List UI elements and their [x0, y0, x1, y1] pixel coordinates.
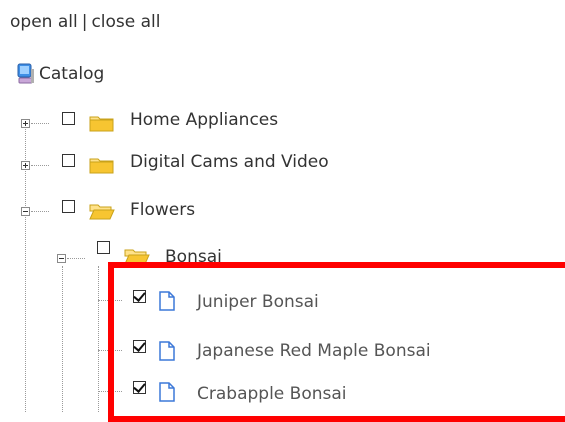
collapse-toggle[interactable] — [57, 254, 66, 263]
expand-toggle[interactable] — [21, 161, 30, 170]
tree-connector — [31, 123, 49, 124]
digital-cams-label[interactable]: Digital Cams and Video — [130, 152, 329, 172]
checkbox-flowers[interactable] — [62, 200, 75, 213]
close-all-link[interactable]: close all — [91, 12, 160, 32]
separator: | — [81, 12, 88, 32]
collapse-toggle[interactable] — [21, 207, 30, 216]
tree-root: Catalog — [16, 63, 104, 85]
tree-connector — [31, 165, 49, 166]
folder-open-icon — [89, 204, 115, 220]
highlight-box — [108, 262, 565, 422]
catalog-computer-icon — [17, 63, 34, 84]
tree-connector — [31, 211, 49, 212]
catalog-label[interactable]: Catalog — [39, 64, 104, 84]
folder-icon — [89, 158, 114, 174]
folder-icon — [89, 116, 114, 132]
checkbox-digital-cams[interactable] — [62, 154, 75, 167]
checkbox-bonsai[interactable] — [97, 241, 110, 254]
open-all-link[interactable]: open all — [10, 12, 78, 32]
checkbox-home-appliances[interactable] — [62, 112, 75, 125]
flowers-label[interactable]: Flowers — [130, 200, 195, 220]
home-appliances-label[interactable]: Home Appliances — [130, 110, 278, 130]
tree-guide-line — [62, 266, 63, 412]
expand-toggle[interactable] — [21, 119, 30, 128]
tree-connector — [67, 258, 85, 259]
tree-controls: open all | close all — [10, 12, 161, 32]
